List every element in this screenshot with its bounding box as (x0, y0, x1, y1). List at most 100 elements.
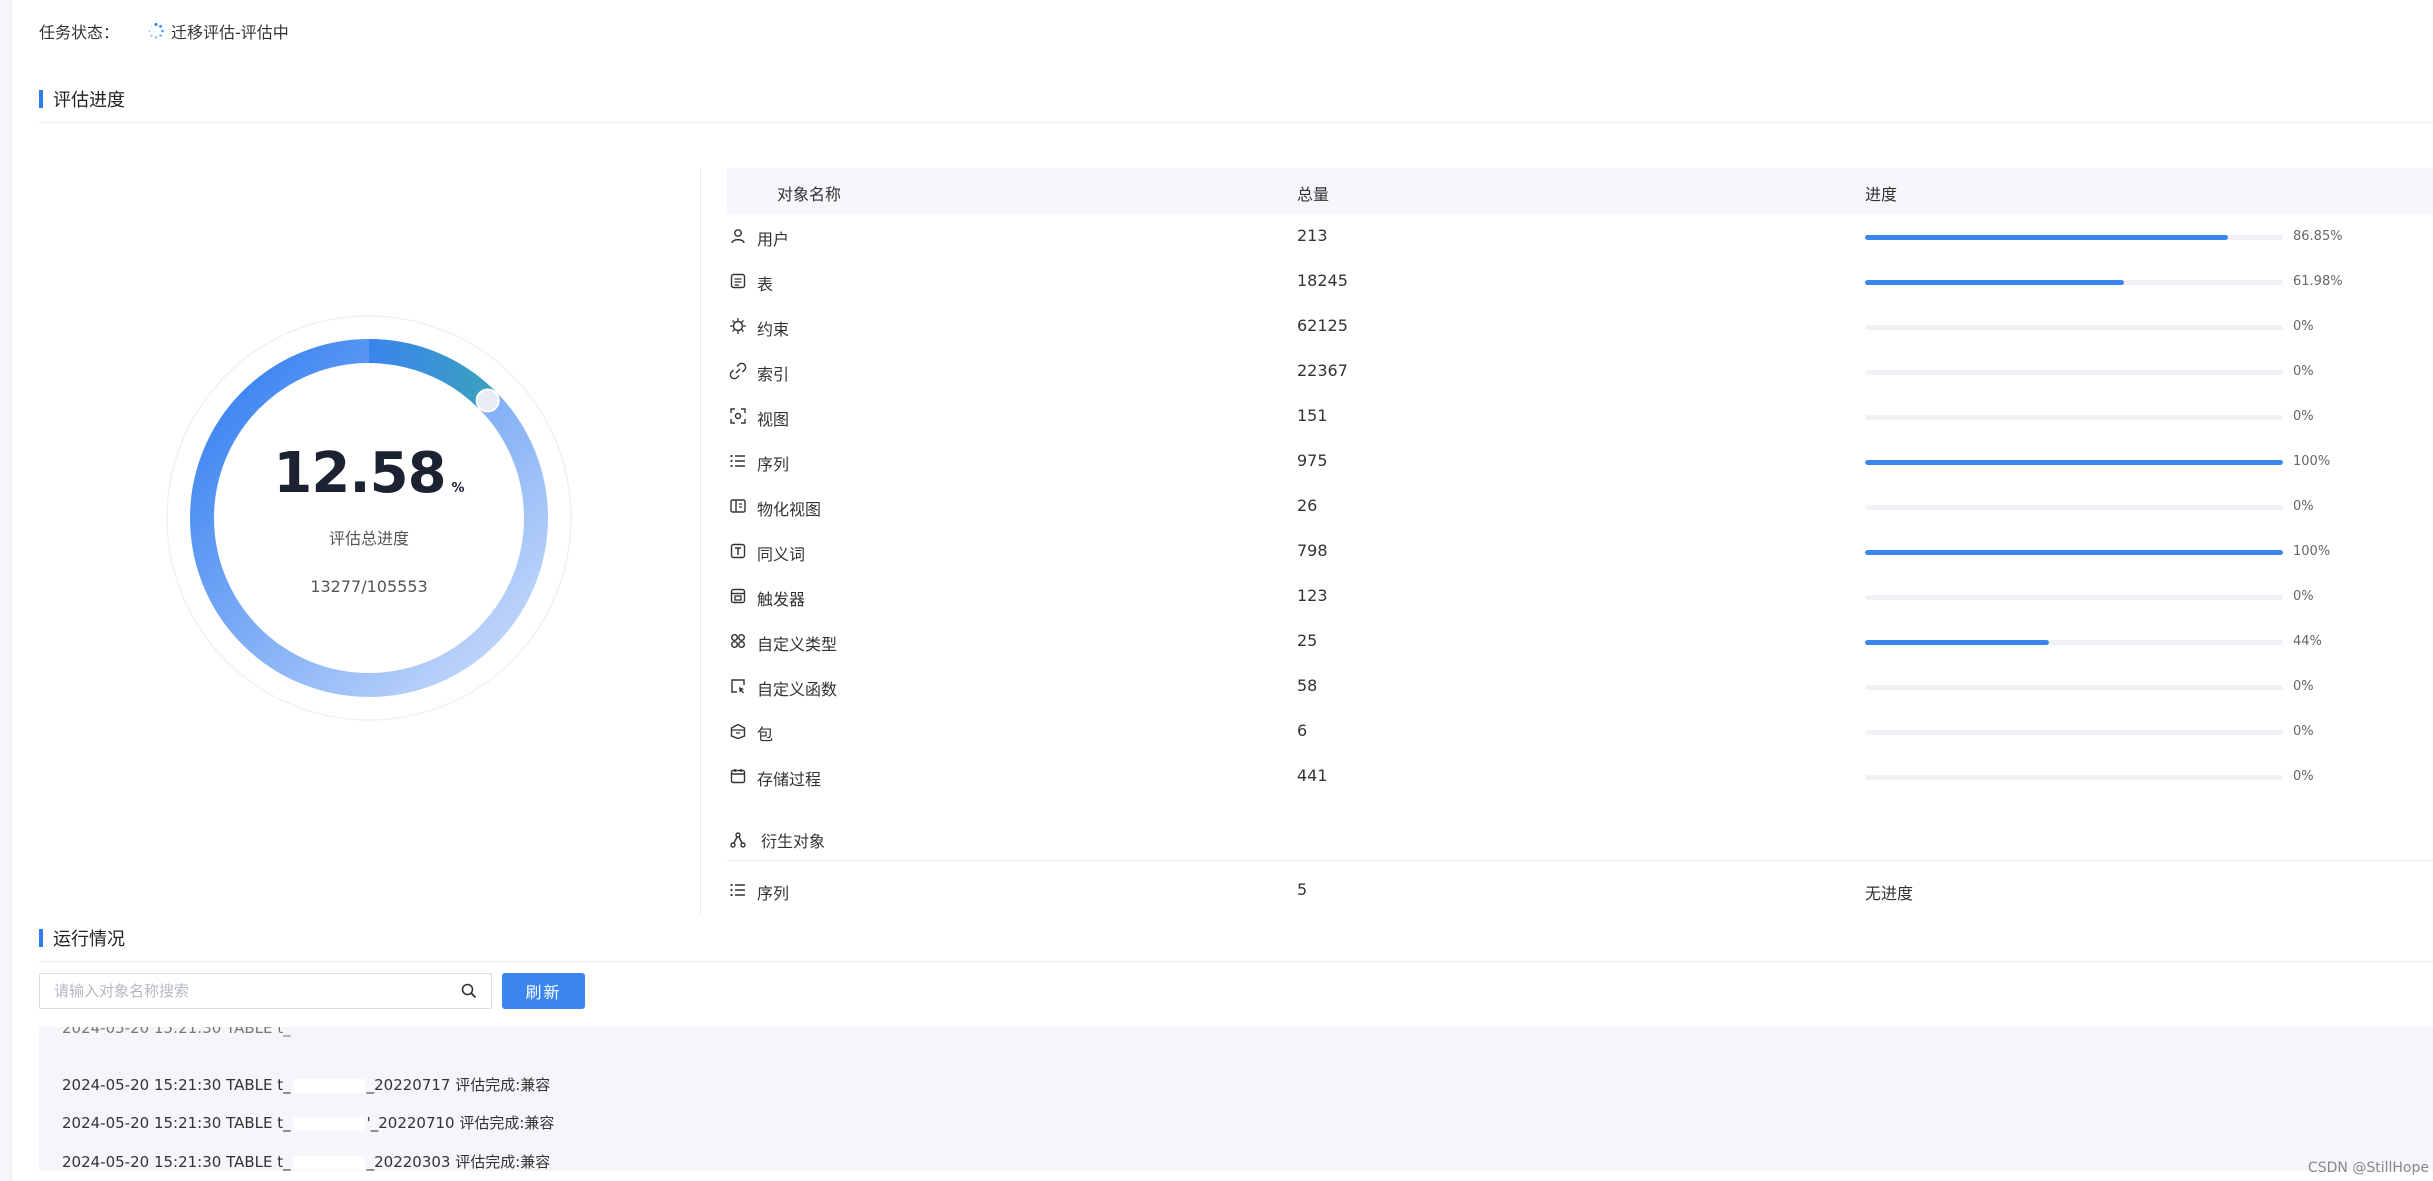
row-object-name: 自定义函数 (757, 680, 838, 699)
user-icon (729, 227, 747, 245)
object-search-box[interactable] (39, 973, 492, 1009)
progress-arc (368, 339, 497, 410)
row-total: 798 (1297, 541, 1328, 560)
view-icon (729, 407, 747, 425)
row-object-name: 同义词 (757, 545, 806, 564)
row-progress-percent: 0% (2293, 679, 2314, 694)
row-total: 975 (1297, 451, 1328, 470)
row-object-name: 物化视图 (757, 500, 822, 519)
row-object-name: 存储过程 (757, 770, 822, 789)
derived-row-progress: 无进度 (1865, 884, 1914, 903)
progress-ring (166, 315, 572, 721)
row-progress-percent: 61.98% (2293, 274, 2343, 289)
row-progress-bar (1865, 730, 2283, 735)
row-object-name: 自定义类型 (757, 635, 838, 654)
row-progress-percent: 44% (2293, 634, 2322, 649)
row-progress-bar (1865, 370, 2283, 375)
row-progress-percent: 0% (2293, 724, 2314, 739)
header-object-name: 对象名称 (777, 185, 842, 204)
row-total: 151 (1297, 406, 1328, 425)
object-search-input[interactable] (40, 974, 450, 1008)
row-progress-bar (1865, 685, 2283, 690)
table-icon (729, 272, 747, 290)
log-line-partial: 2024-05-20 15:21:30 TABLE t_ (62, 1027, 291, 1037)
row-total: 441 (1297, 766, 1328, 785)
row-progress-bar (1865, 640, 2283, 645)
row-progress-fill (1865, 640, 2049, 645)
row-total: 6 (1297, 721, 1308, 740)
row-progress-percent: 0% (2293, 409, 2314, 424)
derived-objects-title: 衍生对象 (761, 832, 826, 851)
row-progress-percent: 0% (2293, 499, 2314, 514)
row-progress-percent: 100% (2293, 454, 2331, 469)
task-status-label: 任务状态： (39, 23, 120, 42)
row-progress-percent: 0% (2293, 319, 2314, 334)
log-line-prefix: 2024-05-20 15:21:30 TABLE t_ (62, 1153, 291, 1171)
gauge-percent: 12.58 (273, 441, 446, 506)
derived-row-total: 5 (1297, 880, 1308, 899)
derived-objects-icon (730, 832, 746, 848)
eval-section-title-text: 评估进度 (53, 90, 125, 111)
row-progress-fill (1865, 460, 2283, 465)
panel-divider (700, 168, 701, 914)
log-line-suffix: '_20220710 评估完成:兼容 (366, 1114, 555, 1132)
log-line: 2024-05-20 15:21:30 TABLE t_ _20220717 评估… (62, 1074, 550, 1095)
row-total: 58 (1297, 676, 1318, 695)
row-object-name: 视图 (757, 410, 790, 429)
watermark: CSDN @StillHope (2307, 1160, 2429, 1176)
gauge-count: 13277/105553 (310, 577, 428, 596)
search-icon[interactable] (461, 983, 477, 999)
row-progress-fill (1865, 550, 2283, 555)
eval-section-divider (39, 122, 2433, 123)
log-line-suffix: _20220303 评估完成:兼容 (366, 1153, 551, 1171)
refresh-button[interactable]: 刷新 (502, 973, 585, 1009)
section-accent-bar (39, 90, 43, 108)
row-progress-percent: 0% (2293, 364, 2314, 379)
redaction-mask (292, 1078, 365, 1093)
row-object-name: 触发器 (757, 590, 806, 609)
derived-row-name: 序列 (757, 884, 790, 903)
row-progress-bar (1865, 595, 2283, 600)
row-progress-fill (1865, 280, 2125, 285)
table-row: 自定义类型 25 44% (727, 619, 2433, 664)
eval-section-title: 评估进度 (39, 86, 125, 112)
table-row: 序列 975 100% (727, 439, 2433, 484)
progress-knob (475, 388, 500, 413)
table-row: 用户 213 86.85% (727, 214, 2433, 259)
header-total: 总量 (1297, 185, 1330, 204)
row-progress-bar (1865, 775, 2283, 780)
procedure-icon (729, 767, 747, 785)
index-icon (729, 362, 747, 380)
materialized-view-icon (729, 497, 747, 515)
table-header: 对象名称 总量 进度 (727, 168, 2433, 214)
log-line: 2024-05-20 15:21:30 TABLE t_ '_20220710 评… (62, 1112, 554, 1133)
row-total: 22367 (1297, 361, 1348, 380)
table-row: 约束 62125 0% (727, 304, 2433, 349)
row-total: 26 (1297, 496, 1318, 515)
table-row: 包 6 0% (727, 709, 2433, 754)
custom-type-icon (729, 632, 747, 650)
derived-row: 序列 5 无进度 (727, 868, 2433, 913)
row-progress-percent: 0% (2293, 589, 2314, 604)
table-row: 同义词 798 100% (727, 529, 2433, 574)
run-log[interactable]: 2024-05-20 15:21:30 TABLE t_ 2024-05-20 … (39, 1027, 2433, 1171)
row-progress-percent: 86.85% (2293, 229, 2343, 244)
gauge-unit: % (451, 481, 465, 496)
package-icon (729, 722, 747, 740)
log-line-prefix: 2024-05-20 15:21:30 TABLE t_ (62, 1114, 291, 1132)
row-progress-bar (1865, 460, 2283, 465)
row-object-name: 包 (757, 725, 774, 744)
log-line-prefix: 2024-05-20 15:21:30 TABLE t_ (62, 1076, 291, 1094)
sequence-icon (729, 881, 747, 899)
section-accent-bar (39, 929, 43, 947)
row-progress-bar (1865, 550, 2283, 555)
log-line-suffix: _20220717 评估完成:兼容 (366, 1076, 551, 1094)
row-progress-percent: 0% (2293, 769, 2314, 784)
task-status: 任务状态： 迁移评估-评估中 (39, 18, 289, 44)
table-row: 视图 151 0% (727, 394, 2433, 439)
trigger-icon (729, 587, 747, 605)
row-progress-bar (1865, 505, 2283, 510)
gauge-label: 评估总进度 (328, 529, 409, 548)
task-status-text: 迁移评估-评估中 (171, 23, 289, 42)
run-section-title-text: 运行情况 (53, 929, 125, 950)
